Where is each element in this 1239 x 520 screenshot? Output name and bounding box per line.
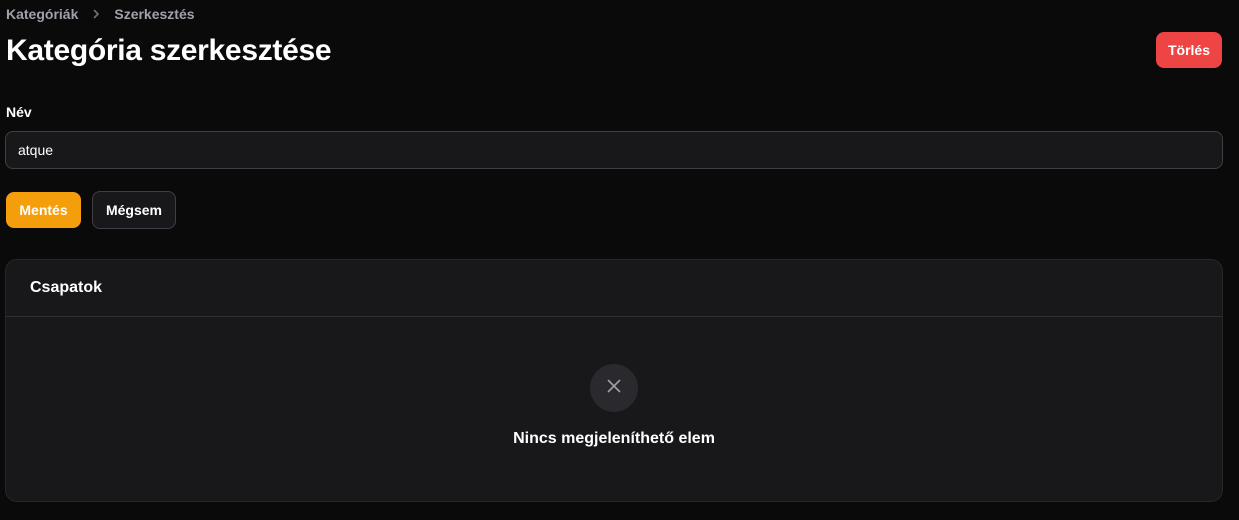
delete-button[interactable]: Törlés	[1156, 32, 1222, 68]
breadcrumb-item-edit: Szerkesztés	[114, 6, 195, 22]
name-input[interactable]	[5, 131, 1223, 169]
teams-panel: Csapatok Nincs megjeleníthető elem	[5, 259, 1223, 502]
form-actions: Mentés Mégsem	[6, 191, 176, 229]
breadcrumb-item-categories[interactable]: Kategóriák	[6, 6, 78, 22]
x-icon	[605, 377, 623, 400]
chevron-right-icon	[78, 5, 114, 23]
empty-state-text: Nincs megjeleníthető elem	[513, 430, 715, 447]
teams-panel-title: Csapatok	[30, 279, 103, 296]
page-title: Kategória szerkesztése	[6, 34, 332, 67]
empty-state: Nincs megjeleníthető elem	[6, 317, 1222, 448]
teams-panel-header: Csapatok	[6, 260, 1222, 317]
name-field-label: Név	[6, 104, 32, 120]
breadcrumb: Kategóriák Szerkesztés	[6, 5, 195, 23]
save-button[interactable]: Mentés	[6, 192, 81, 228]
empty-state-icon-circle	[590, 364, 638, 412]
page: Kategóriák Szerkesztés Kategória szerkes…	[0, 0, 1239, 520]
cancel-button[interactable]: Mégsem	[92, 191, 176, 229]
